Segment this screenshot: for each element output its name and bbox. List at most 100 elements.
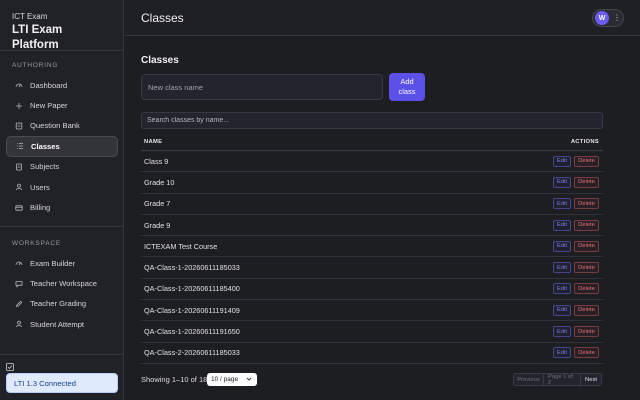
sidebar-item-label: Teacher Workspace	[30, 279, 97, 289]
class-name: Grade 9	[144, 220, 171, 230]
main-content: Classes Addclass NAME ACTIONS Class 9 Edi…	[125, 37, 640, 400]
edit-button[interactable]: Edit	[553, 304, 571, 316]
table-row: Grade 7 Edit Delete	[141, 194, 603, 215]
delete-button[interactable]: Delete	[574, 283, 599, 295]
topbar-title: Classes	[141, 11, 184, 25]
class-name: QA-Class-1-20260611185400	[144, 284, 240, 294]
next-page-button[interactable]: Next	[581, 373, 602, 386]
class-name: Class 9	[144, 156, 169, 166]
sidebar-item-label: Question Bank	[30, 121, 80, 131]
row-actions: Edit Delete	[553, 219, 599, 231]
sidebar-item-teacher-workspace[interactable]: Teacher Workspace	[6, 273, 118, 293]
class-name: QA-Class-1-20260611191650	[144, 327, 240, 337]
row-actions: Edit Delete	[553, 347, 599, 359]
column-header-name: NAME	[144, 138, 163, 145]
showing-count: Showing 1–10 of 18	[141, 375, 208, 384]
search-input[interactable]	[141, 112, 603, 129]
kebab-menu-icon: ⋮	[613, 13, 621, 22]
row-actions: Edit Delete	[553, 176, 599, 188]
sidebar-footer-divider	[0, 354, 124, 355]
add-class-button[interactable]: Add class	[389, 73, 425, 101]
sidebar-item-users[interactable]: Users	[6, 177, 118, 197]
sidebar-item-label: Student Attempt	[30, 319, 85, 329]
edit-button[interactable]: Edit	[553, 176, 571, 188]
sidebar: ICT Exam LTI Exam Platform AUTHORING Das…	[0, 0, 124, 400]
plus-icon	[14, 101, 23, 110]
section-label-authoring: AUTHORING	[12, 62, 59, 69]
card-icon	[14, 203, 23, 212]
sidebar-item-label: Teacher Grading	[30, 299, 87, 309]
book-icon	[14, 121, 23, 130]
sidebar-item-student-attempt[interactable]: Student Attempt	[6, 314, 118, 334]
edit-button[interactable]: Edit	[553, 347, 571, 359]
new-class-input[interactable]	[141, 74, 383, 100]
sidebar-item-label: Users	[30, 182, 50, 192]
gauge-icon	[14, 259, 23, 268]
previous-page-button[interactable]: Previous	[513, 373, 544, 386]
topbar: Classes W ⋮	[125, 0, 640, 36]
delete-button[interactable]: Delete	[574, 176, 599, 188]
sidebar-item-exam-builder[interactable]: Exam Builder	[6, 253, 118, 273]
pagination: Previous Page 1 of 2 Next	[513, 373, 602, 386]
list-icon	[15, 142, 24, 151]
class-name: QA-Class-1-20260611185033	[144, 263, 240, 273]
section-label-workspace: WORKSPACE	[12, 240, 61, 247]
page-info: Page 1 of 2	[544, 373, 581, 386]
delete-button[interactable]: Delete	[574, 240, 599, 252]
edit-button[interactable]: Edit	[553, 240, 571, 252]
table-row: Class 9 Edit Delete	[141, 151, 603, 173]
table-footer: Showing 1–10 of 18 10 / page Previous Pa…	[141, 373, 603, 387]
row-actions: Edit Delete	[553, 262, 599, 274]
sidebar-item-teacher-grading[interactable]: Teacher Grading	[6, 294, 118, 314]
sidebar-item-label: Billing	[30, 203, 51, 213]
edit-button[interactable]: Edit	[553, 198, 571, 210]
sidebar-item-label: New Paper	[30, 101, 68, 111]
sidebar-item-new-paper[interactable]: New Paper	[6, 95, 118, 115]
table-row: QA-Class-2-20260611185033 Edit Delete	[141, 343, 603, 364]
table-row: QA-Class-1-20260611185033 Edit Delete	[141, 257, 603, 279]
row-actions: Edit Delete	[553, 155, 599, 167]
chevron-down-icon	[246, 377, 252, 381]
table-body: Class 9 Edit Delete Grade 10 Edit Delete Grade…	[141, 151, 603, 364]
row-actions: Edit Delete	[553, 326, 599, 338]
gauge-icon	[14, 81, 23, 90]
user-icon	[14, 320, 23, 329]
row-actions: Edit Delete	[553, 304, 599, 316]
sidebar-item-billing[interactable]: Billing	[6, 197, 118, 217]
nav-workspace: Exam Builder Teacher Workspace Teacher Gra…	[6, 253, 118, 335]
brand: ICT Exam LTI Exam Platform	[0, 0, 123, 51]
row-actions: Edit Delete	[553, 240, 599, 252]
column-header-actions: ACTIONS	[570, 138, 599, 145]
row-actions: Edit Delete	[553, 283, 599, 295]
lti-status-badge: LTI 1.3 Connected	[6, 373, 118, 393]
class-name: ICTEXAM Test Course	[144, 241, 218, 251]
table-row: QA-Class-1-20260611191409 Edit Delete	[141, 300, 603, 322]
edit-button[interactable]: Edit	[553, 262, 571, 274]
chat-icon	[14, 279, 23, 288]
sidebar-item-label: Subjects	[30, 162, 60, 172]
sidebar-item-dashboard[interactable]: Dashboard	[6, 75, 118, 95]
page-size-select[interactable]: 10 / page	[207, 373, 257, 386]
edit-button[interactable]: Edit	[553, 283, 571, 295]
delete-button[interactable]: Delete	[574, 347, 599, 359]
checkbox-icon[interactable]	[6, 363, 14, 371]
sidebar-item-question-bank[interactable]: Question Bank	[6, 116, 118, 136]
page-size-value: 10 / page	[211, 376, 239, 383]
edit-button[interactable]: Edit	[553, 326, 571, 338]
sidebar-item-classes[interactable]: Classes	[6, 136, 118, 157]
user-menu[interactable]: W ⋮	[592, 9, 624, 27]
sidebar-item-label: Classes	[31, 141, 60, 151]
edit-button[interactable]: Edit	[553, 155, 571, 167]
edit-button[interactable]: Edit	[553, 219, 571, 231]
table-row: Grade 9 Edit Delete	[141, 215, 603, 237]
delete-button[interactable]: Delete	[574, 304, 599, 316]
delete-button[interactable]: Delete	[574, 262, 599, 274]
delete-button[interactable]: Delete	[574, 155, 599, 167]
sidebar-item-subjects[interactable]: Subjects	[6, 157, 118, 177]
page-title: Classes	[141, 55, 179, 66]
delete-button[interactable]: Delete	[574, 219, 599, 231]
table-row: ICTEXAM Test Course Edit Delete	[141, 236, 603, 258]
delete-button[interactable]: Delete	[574, 326, 599, 338]
delete-button[interactable]: Delete	[574, 198, 599, 210]
table-row: QA-Class-1-20260611185400 Edit Delete	[141, 279, 603, 301]
